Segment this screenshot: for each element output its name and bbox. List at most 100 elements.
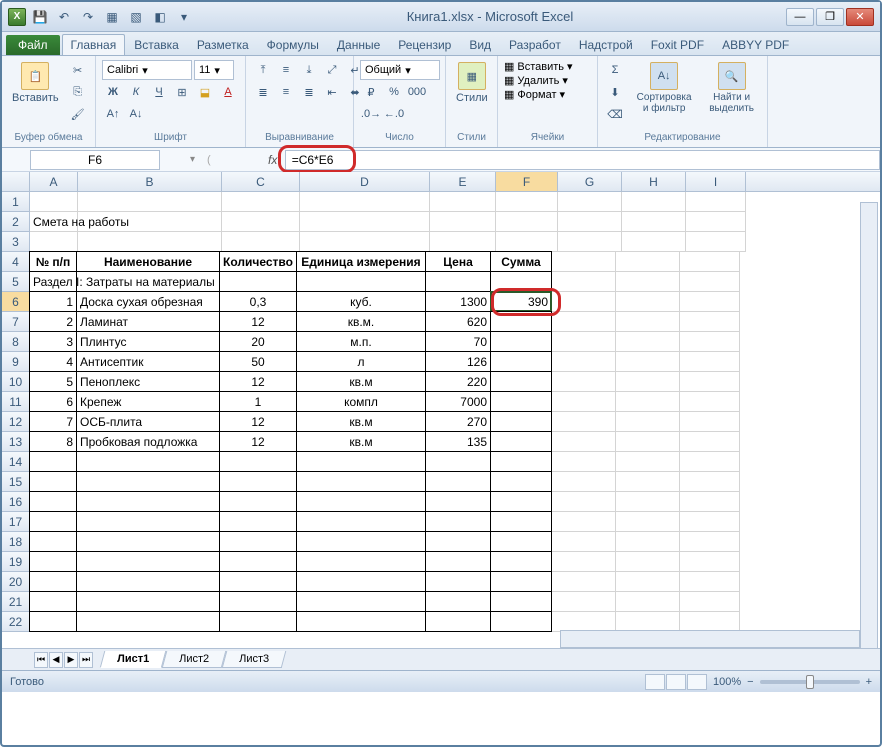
cell[interactable]: Доска сухая обрезная [76,291,220,312]
cell[interactable] [296,611,426,632]
cell[interactable] [680,552,740,572]
cell[interactable] [490,591,552,612]
number-format-combo[interactable]: Общий ▾ [360,60,440,80]
cell[interactable]: 126 [425,351,491,372]
cell[interactable] [552,532,616,552]
cell[interactable] [296,551,426,572]
cell[interactable] [425,551,491,572]
cell[interactable]: 6 [29,391,77,412]
cell[interactable] [616,272,680,292]
cell[interactable] [300,232,430,252]
cell[interactable] [558,232,622,252]
row-header[interactable]: 16 [2,492,30,512]
cell[interactable]: кв.м. [296,311,426,332]
select-all-box[interactable] [2,172,30,191]
cell[interactable] [78,212,222,232]
row-header[interactable]: 1 [2,192,30,212]
cell[interactable]: 4 [29,351,77,372]
row-header[interactable]: 21 [2,592,30,612]
cell[interactable]: 50 [219,351,297,372]
cell[interactable] [616,352,680,372]
cell[interactable] [552,572,616,592]
close-button[interactable]: ✕ [846,8,874,26]
font-color-button[interactable]: A [217,82,239,102]
cell[interactable] [680,352,740,372]
cell[interactable]: 2 [29,311,77,332]
cell[interactable] [496,212,558,232]
sort-filter-button[interactable]: A↓Сортировка и фильтр [630,60,698,116]
row-header[interactable]: 22 [2,612,30,632]
zoom-slider[interactable] [760,680,860,684]
cell[interactable] [296,451,426,472]
cell[interactable] [219,471,297,492]
cell[interactable] [552,252,616,272]
column-header[interactable]: C [222,172,300,191]
cell[interactable] [296,511,426,532]
maximize-button[interactable]: ❐ [816,8,844,26]
cut-icon[interactable]: ✂ [67,60,89,80]
cell[interactable]: компл [296,391,426,412]
row-header[interactable]: 3 [2,232,30,252]
cell[interactable] [490,551,552,572]
cell[interactable] [76,611,220,632]
cell[interactable] [76,471,220,492]
cell[interactable] [552,372,616,392]
cell[interactable] [490,271,552,292]
clear-icon[interactable]: ⌫ [604,104,626,124]
cell[interactable]: кв.м [296,371,426,392]
cell[interactable] [680,472,740,492]
cell[interactable] [680,512,740,532]
indent-dec-icon[interactable]: ⇤ [321,82,343,102]
cell[interactable] [616,432,680,452]
font-size-combo[interactable]: 11 ▾ [194,60,234,80]
copy-icon[interactable]: ⎘ [67,82,89,102]
cell[interactable] [616,612,680,632]
format-painter-icon[interactable]: 🖌 [67,104,89,124]
row-header[interactable]: 17 [2,512,30,532]
qat-btn[interactable]: ▦ [102,7,122,27]
cell[interactable] [425,571,491,592]
cell[interactable] [616,532,680,552]
cell[interactable] [425,471,491,492]
cell[interactable] [490,491,552,512]
cell[interactable] [219,611,297,632]
cell[interactable]: 12 [219,311,297,332]
column-header[interactable]: E [430,172,496,191]
align-bottom-icon[interactable]: ⤓ [298,60,320,80]
fx-icon[interactable]: fx [261,153,285,167]
cell[interactable] [616,372,680,392]
cell[interactable] [219,591,297,612]
cell[interactable] [686,232,746,252]
cell[interactable] [552,472,616,492]
cell[interactable] [219,531,297,552]
cell[interactable] [430,192,496,212]
qat-btn[interactable]: ▧ [126,7,146,27]
sheet-tab[interactable]: Лист2 [162,651,227,668]
cell[interactable] [76,451,220,472]
increase-font-icon[interactable]: A↑ [102,104,124,124]
row-header[interactable]: 11 [2,392,30,412]
cell[interactable] [616,492,680,512]
ribbon-tab[interactable]: Надстрой [570,34,642,55]
cell[interactable] [76,571,220,592]
ribbon-tab[interactable]: Данные [328,34,389,55]
cell[interactable]: Пробковая подложка [76,431,220,452]
cell[interactable]: 1 [29,291,77,312]
cell[interactable]: кв.м [296,411,426,432]
cell[interactable]: 135 [425,431,491,452]
cell[interactable] [425,511,491,532]
cell[interactable]: 1300 [425,291,491,312]
cell[interactable] [552,412,616,432]
column-header[interactable]: D [300,172,430,191]
cell[interactable] [76,531,220,552]
cell[interactable]: 0,3 [219,291,297,312]
cell[interactable] [296,271,426,292]
cell[interactable] [552,392,616,412]
cell[interactable] [78,192,222,212]
align-middle-icon[interactable]: ≡ [275,60,297,80]
cell[interactable] [552,452,616,472]
qat-dropdown-icon[interactable]: ▾ [174,7,194,27]
cell[interactable] [552,432,616,452]
cell[interactable] [76,511,220,532]
underline-button[interactable]: Ч [148,82,170,102]
